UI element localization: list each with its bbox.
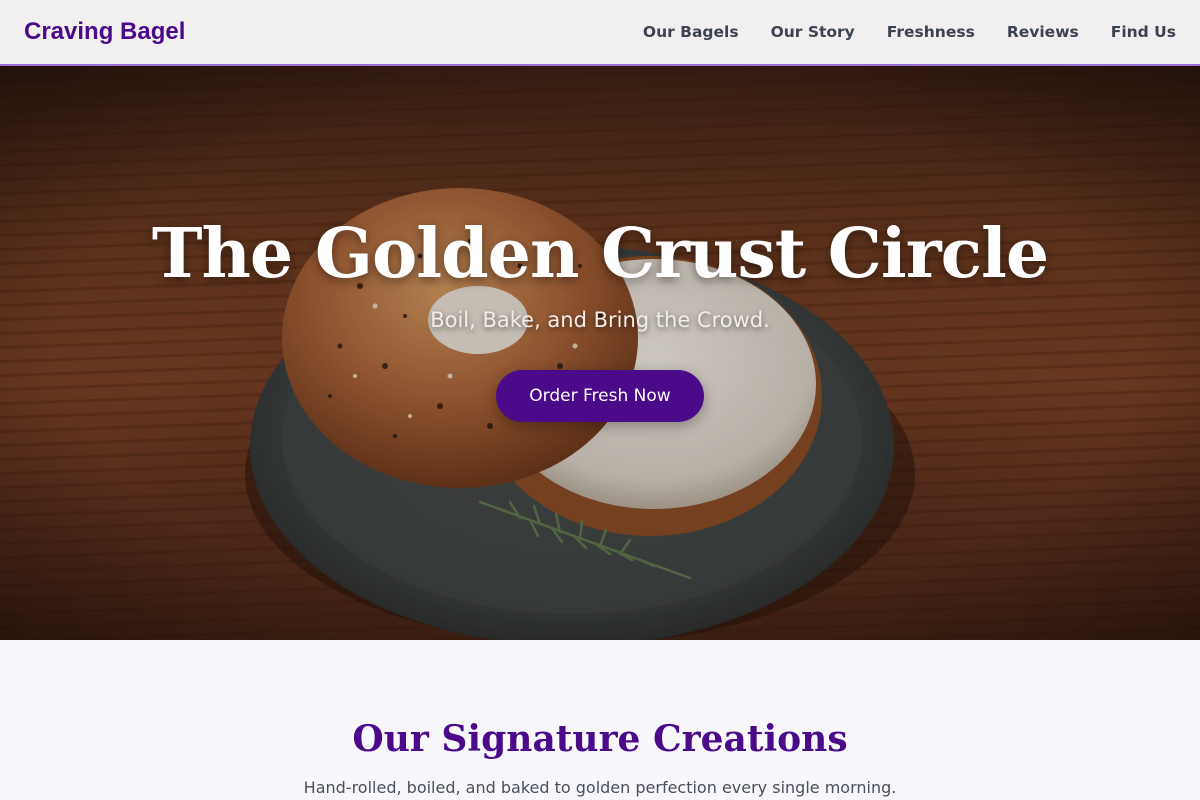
hero-subtitle: Boil, Bake, and Bring the Crowd. (430, 308, 770, 332)
nav-link-reviews[interactable]: Reviews (1007, 23, 1079, 41)
nav-link-find-us[interactable]: Find Us (1111, 23, 1176, 41)
section-subtitle: Hand-rolled, boiled, and baked to golden… (303, 778, 897, 797)
nav-link-our-story[interactable]: Our Story (771, 23, 855, 41)
main-nav: Our Bagels Our Story Freshness Reviews F… (643, 23, 1176, 41)
hero-overlay (0, 66, 1200, 640)
hero-title: The Golden Crust Circle (151, 214, 1049, 294)
nav-link-our-bagels[interactable]: Our Bagels (643, 23, 739, 41)
section-title: Our Signature Creations (352, 718, 848, 760)
signature-creations-section: Our Signature Creations Hand-rolled, boi… (0, 640, 1200, 800)
hero-section: The Golden Crust Circle Boil, Bake, and … (0, 66, 1200, 640)
site-header: Craving Bagel Our Bagels Our Story Fresh… (0, 0, 1200, 66)
order-fresh-now-button[interactable]: Order Fresh Now (496, 370, 704, 422)
brand-logo[interactable]: Craving Bagel (24, 18, 185, 46)
nav-link-freshness[interactable]: Freshness (887, 23, 975, 41)
